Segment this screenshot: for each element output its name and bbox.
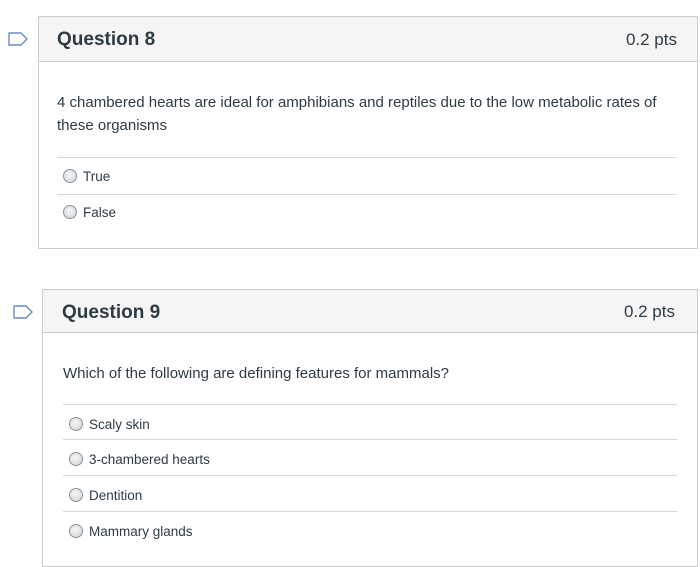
- question-title: Question 9: [62, 302, 161, 323]
- divider: [63, 439, 677, 440]
- answer-label: Scaly skin: [89, 416, 150, 432]
- radio-button-icon[interactable]: [69, 488, 83, 502]
- question-card: Question 9 0.2 pts Which of the followin…: [42, 289, 698, 567]
- divider: [63, 511, 677, 512]
- divider: [63, 475, 677, 476]
- radio-button-icon[interactable]: [63, 169, 77, 183]
- divider: [63, 404, 677, 405]
- answer-option[interactable]: 3-chambered hearts: [69, 449, 210, 469]
- question-text: 4 chambered hearts are ideal for amphibi…: [57, 94, 657, 134]
- answer-label: False: [83, 204, 117, 220]
- answer-option[interactable]: Scaly skin: [69, 414, 150, 434]
- flag-question-icon[interactable]: [8, 32, 28, 46]
- question-text: Which of the following are defining feat…: [63, 365, 450, 382]
- answer-label: True: [83, 168, 111, 184]
- divider: [57, 157, 677, 158]
- radio-button-icon[interactable]: [69, 452, 83, 466]
- question-header: Question 8 0.2 pts: [39, 17, 697, 62]
- radio-button-icon[interactable]: [63, 205, 77, 219]
- answer-option[interactable]: False: [63, 202, 116, 222]
- divider: [57, 194, 677, 195]
- answer-option[interactable]: Dentition: [69, 485, 142, 505]
- question-card: Question 8 0.2 pts 4 chambered hearts ar…: [38, 16, 698, 249]
- answer-option[interactable]: Mammary glands: [69, 521, 193, 541]
- answer-option[interactable]: True: [63, 166, 110, 186]
- answer-label: Dentition: [89, 487, 143, 503]
- question-points: 0.2 pts: [623, 302, 675, 321]
- answer-label: Mammary glands: [89, 523, 193, 539]
- question-header: Question 9 0.2 pts: [43, 290, 697, 333]
- radio-button-icon[interactable]: [69, 524, 83, 538]
- flag-question-icon[interactable]: [13, 305, 33, 319]
- question-title: Question 8: [57, 29, 156, 50]
- question-points: 0.2 pts: [625, 30, 677, 49]
- radio-button-icon[interactable]: [69, 417, 83, 431]
- answer-label: 3-chambered hearts: [89, 451, 210, 467]
